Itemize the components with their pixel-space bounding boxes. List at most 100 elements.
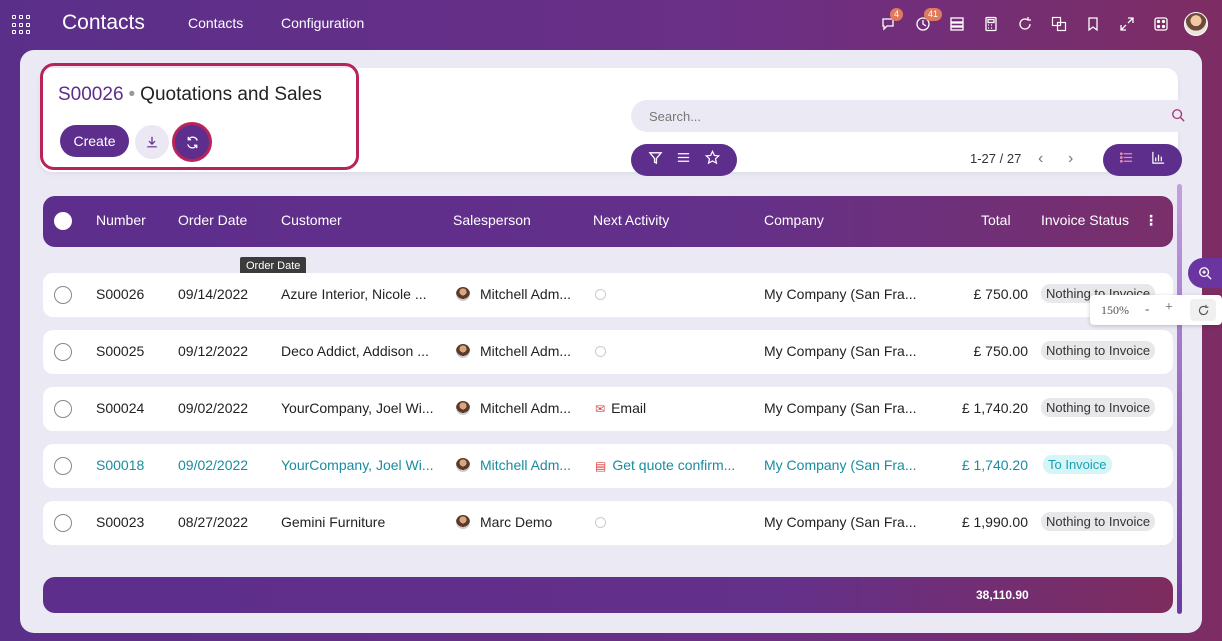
row-checkbox[interactable] [54,457,72,475]
zoom-reset-icon[interactable] [1190,299,1216,321]
cell-order-date: 09/02/2022 [178,400,249,416]
cell-customer: Azure Interior, Nicole ... [281,286,427,302]
reload-button[interactable] [172,122,212,162]
column-salesperson[interactable]: Salesperson [453,212,531,228]
refresh-icon[interactable] [1008,12,1042,36]
column-order-date[interactable]: Order Date [178,212,247,228]
nav-configuration[interactable]: Configuration [281,15,364,31]
pager-next-icon[interactable]: › [1068,150,1073,168]
app-title[interactable]: Contacts [62,11,145,35]
search-icon[interactable] [1171,108,1185,127]
breadcrumb-separator: • [128,84,136,105]
row-checkbox[interactable] [54,514,72,532]
column-customer[interactable]: Customer [281,212,342,228]
invoice-status-badge: Nothing to Invoice [1041,512,1156,531]
favorites-star-icon[interactable] [705,149,721,170]
create-button[interactable]: Create [60,125,129,157]
cell-company: My Company (San Fra... [764,286,917,302]
cell-salesperson: Mitchell Adm... [480,400,572,416]
cell-number: S00025 [96,343,145,359]
table-row[interactable]: S00018 09/02/2022 YourCompany, Joel Wi... M… [43,444,1173,488]
cell-order-date: 09/02/2022 [178,457,249,473]
activity-label[interactable]: Get quote confirm... [612,457,735,473]
cell-company: My Company (San Fra... [764,400,917,416]
filter-icon[interactable] [648,150,663,170]
invoice-status-badge: To Invoice [1043,455,1112,474]
zoom-level: 150% [1101,303,1129,317]
activity-clock-icon[interactable] [595,346,606,357]
apps-menu-icon[interactable] [12,15,32,35]
cell-customer: YourCompany, Joel Wi... [281,457,434,473]
dice-icon[interactable] [1144,12,1178,36]
table-row[interactable]: S00025 09/12/2022 Deco Addict, Addison ...… [43,330,1173,374]
breadcrumb: S00026 • Quotations and Sales [58,84,322,106]
search-bar[interactable] [631,100,1197,132]
column-number[interactable]: Number [96,212,146,228]
cell-company: My Company (San Fra... [764,343,917,359]
nav-contacts[interactable]: Contacts [188,15,243,31]
table-row[interactable]: S00026 09/14/2022 Azure Interior, Nicole .… [43,273,1173,317]
download-icon [147,136,157,148]
column-company[interactable]: Company [764,212,824,228]
cell-number: S00024 [96,400,145,416]
activity-label[interactable]: Email [611,400,646,416]
table-row[interactable]: S00023 08/27/2022 Gemini Furniture Marc Dem… [43,501,1173,545]
systray: 4 41 [872,8,1208,36]
invoice-status-badge: Nothing to Invoice [1041,398,1156,417]
task-icon[interactable]: ▤ [595,459,606,473]
cell-salesperson: Mitchell Adm... [480,286,572,302]
group-by-icon[interactable] [676,150,691,170]
row-checkbox[interactable] [54,400,72,418]
chat-icon[interactable]: 4 [872,8,906,36]
breadcrumb-parent-link[interactable]: S00026 [58,84,124,105]
cell-customer: YourCompany, Joel Wi... [281,400,434,416]
server-icon[interactable] [940,12,974,36]
breadcrumb-current: Quotations and Sales [140,84,322,105]
activity-clock-icon[interactable] [595,517,606,528]
row-checkbox[interactable] [54,286,72,304]
salesperson-avatar [456,287,470,301]
cell-total: £ 1,740.20 [961,400,1028,416]
invoice-status-badge: Nothing to Invoice [1041,341,1156,360]
cell-total: £ 1,990.00 [961,514,1028,530]
zoom-out-button[interactable]: - [1145,301,1149,317]
cell-salesperson: Mitchell Adm... [480,343,572,359]
graph-view-icon[interactable] [1151,150,1166,170]
download-button[interactable] [135,125,169,159]
salesperson-avatar [456,515,470,529]
vertical-scrollbar[interactable] [1177,184,1182,614]
search-input[interactable] [649,108,1149,124]
view-switcher [1103,144,1182,176]
pager-value[interactable]: 1-27 / 27 [970,151,1021,166]
email-icon[interactable]: ✉ [595,402,605,416]
salesperson-avatar [456,401,470,415]
zoom-in-button[interactable]: + [1165,300,1173,316]
bookmark-icon[interactable] [1076,12,1110,36]
zoom-panel: 150% - + [1090,295,1222,325]
user-avatar[interactable] [1184,12,1208,36]
translate-icon[interactable] [1042,12,1076,36]
activity-clock-icon[interactable] [595,289,606,300]
activity-clock-icon[interactable]: 41 [906,8,943,36]
salesperson-avatar [456,344,470,358]
column-next-activity[interactable]: Next Activity [593,212,669,228]
cell-customer: Gemini Furniture [281,514,386,530]
cell-salesperson: Marc Demo [480,514,553,530]
calculator-icon[interactable] [974,12,1008,36]
fullscreen-icon[interactable] [1110,12,1144,36]
list-view-icon[interactable] [1119,150,1134,170]
chat-badge: 4 [890,8,904,21]
column-invoice-status[interactable]: Invoice Status [1041,212,1129,228]
refresh-arrows-icon [186,136,198,148]
zoom-in-icon[interactable] [1188,258,1222,288]
pager-previous-icon[interactable]: ‹ [1038,150,1043,168]
cell-order-date: 09/12/2022 [178,343,249,359]
table-row[interactable]: S00024 09/02/2022 YourCompany, Joel Wi... M… [43,387,1173,431]
column-total[interactable]: Total [981,212,1011,228]
cell-number: S00026 [96,286,145,302]
cell-salesperson: Mitchell Adm... [480,457,572,473]
cell-total: £ 750.00 [973,286,1029,302]
row-checkbox[interactable] [54,343,72,361]
select-all-checkbox[interactable] [54,212,72,230]
column-options-icon[interactable]: ⋮ [1144,212,1158,229]
